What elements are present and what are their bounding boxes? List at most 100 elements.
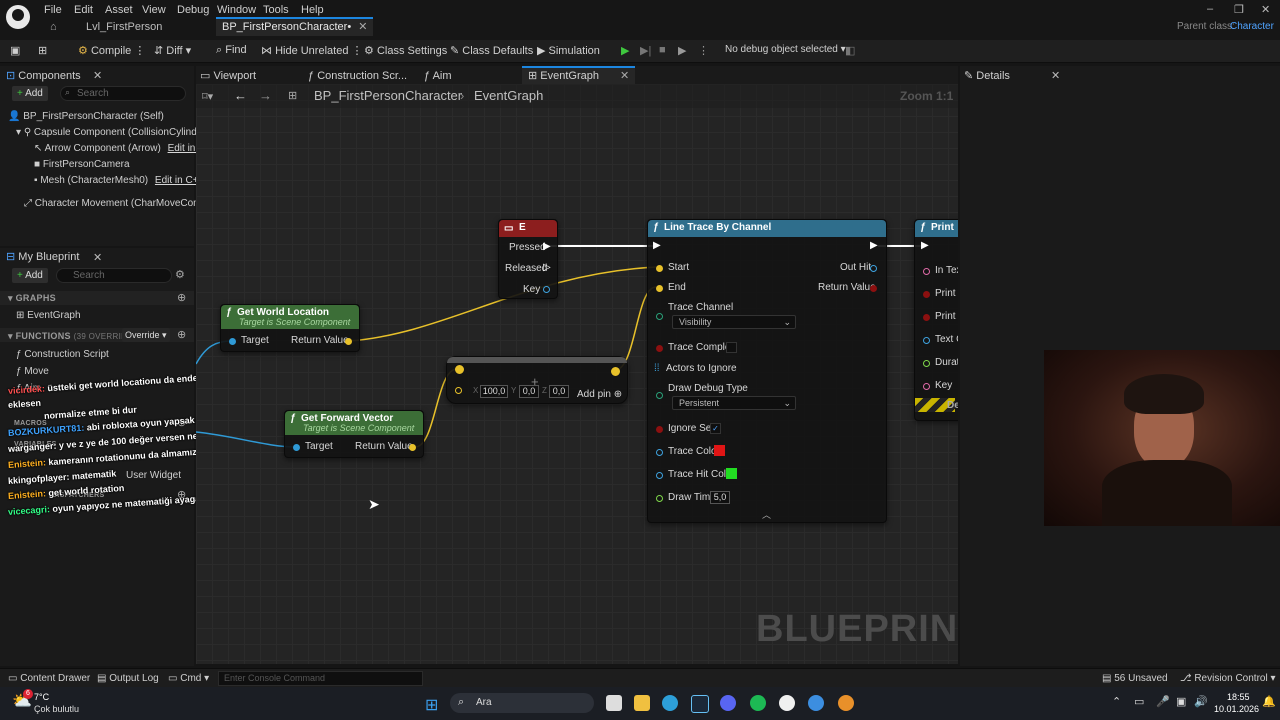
tab-blueprint[interactable]: BP_FirstPersonCharacter• ✕: [216, 17, 374, 36]
close-tab-icon[interactable]: ✕: [620, 70, 629, 82]
print-node[interactable]: ƒ Print ▶ In Tex Print t Print t Text C …: [914, 219, 958, 421]
save-icon[interactable]: ▣: [10, 44, 20, 57]
trace-color-swatch[interactable]: [714, 445, 725, 456]
trace-channel-pin[interactable]: [656, 313, 663, 320]
steam-icon[interactable]: [691, 695, 709, 713]
microphone-icon[interactable]: 🎤: [1156, 695, 1170, 708]
tree-item-mesh[interactable]: ▪ Mesh (CharacterMesh0) Edit in C++: [34, 175, 204, 186]
menu-help[interactable]: Help: [301, 4, 324, 16]
menu-file[interactable]: File: [44, 4, 62, 16]
draw-time-pin[interactable]: [656, 495, 663, 502]
draw-debug-type-pin[interactable]: [656, 392, 663, 399]
clock-date[interactable]: 10.01.2026: [1214, 704, 1259, 714]
close-components-icon[interactable]: ✕: [93, 69, 102, 82]
close-details-icon[interactable]: ✕: [1051, 69, 1060, 82]
browse-icon[interactable]: ⊞: [38, 44, 47, 57]
menu-debug[interactable]: Debug: [177, 4, 209, 16]
find-button[interactable]: ⌕ Find: [216, 44, 247, 57]
multiply-node[interactable]: + X 100,0 Y 0,0 Z 0,0 Add pin ⊕: [446, 356, 628, 404]
return-value-pin[interactable]: [409, 444, 416, 451]
add-component-button[interactable]: + Add: [12, 86, 48, 101]
return-value-pin[interactable]: [345, 338, 352, 345]
tree-item-camera[interactable]: ■ FirstPersonCamera: [34, 159, 130, 170]
simulation-button[interactable]: ▶ Simulation: [537, 44, 600, 57]
chevron-up-icon[interactable]: ⌃: [1112, 695, 1121, 708]
key-e-node[interactable]: ▭ E Pressed ▶ Released ▷ Key: [498, 219, 558, 299]
stop-icon[interactable]: ■: [659, 44, 666, 56]
menu-tools[interactable]: Tools: [263, 4, 289, 16]
restore-icon[interactable]: ❐: [1234, 3, 1244, 16]
menu-window[interactable]: Window: [217, 4, 256, 16]
class-defaults-button[interactable]: ✎ Class Defaults: [450, 44, 533, 57]
exec-pin-icon[interactable]: ▶: [543, 241, 551, 252]
trace-complex-pin[interactable]: [656, 345, 663, 352]
taskbar-search-input[interactable]: ⌕ Ara: [450, 693, 594, 713]
eject-icon[interactable]: ▶: [678, 44, 686, 57]
play-icon[interactable]: ▶: [621, 44, 629, 57]
revision-control-button[interactable]: ⎇ Revision Control ▾: [1180, 673, 1276, 684]
exec-pin-icon[interactable]: ▷: [543, 262, 551, 273]
vector-output-pin[interactable]: [611, 367, 620, 376]
parent-class-link[interactable]: Character: [1230, 21, 1274, 32]
draw-debug-type-dropdown[interactable]: Persistent ⌄: [672, 396, 796, 410]
windows-start-icon[interactable]: ⊞: [425, 695, 438, 715]
network-icon[interactable]: ▣: [1176, 695, 1186, 708]
vector-input-pin[interactable]: [455, 387, 462, 394]
hide-unrelated-button[interactable]: ⋈ Hide Unrelated ⋮: [261, 44, 363, 57]
settings-gear-icon[interactable]: ⚙: [175, 268, 185, 281]
add-member-button[interactable]: + Add: [12, 268, 48, 283]
tab-eventgraph[interactable]: ⊞ EventGraph ✕: [522, 66, 636, 86]
trace-hit-color-swatch[interactable]: [726, 468, 737, 479]
output-log-button[interactable]: ▤ Output Log: [97, 673, 159, 684]
get-world-location-node[interactable]: ƒ Get World Location Target is Scene Com…: [220, 304, 360, 352]
cmd-dropdown[interactable]: ▭ Cmd ▾: [168, 673, 209, 684]
tree-item-self[interactable]: 👤 BP_FirstPersonCharacter (Self): [8, 111, 164, 122]
minimize-icon[interactable]: –: [1207, 3, 1213, 15]
print-log-pin[interactable]: [923, 314, 930, 321]
graph-item-eventgraph[interactable]: ⊞ EventGraph: [16, 310, 81, 321]
edge-icon[interactable]: [662, 695, 678, 711]
tab-level[interactable]: Lvl_FirstPerson: [80, 19, 168, 36]
function-item-move[interactable]: ƒ Move: [16, 366, 49, 377]
tab-construction-script[interactable]: ƒ Construction Scr...: [308, 68, 407, 84]
tree-item-arrow[interactable]: ↖ Arrow Component (Arrow) Edit in C++: [34, 143, 217, 154]
get-forward-vector-node[interactable]: ƒ Get Forward Vector Target is Scene Com…: [284, 410, 424, 458]
x-value-input[interactable]: 100,0: [480, 385, 508, 398]
menu-edit[interactable]: Edit: [74, 4, 93, 16]
draw-time-input[interactable]: 5,0: [710, 491, 730, 504]
vector-input-pin[interactable]: [455, 365, 464, 374]
trace-complex-checkbox[interactable]: [726, 342, 737, 353]
home-icon[interactable]: ⌂: [50, 21, 57, 33]
exec-out-pin-icon[interactable]: ▶: [870, 240, 878, 251]
my-blueprint-tab[interactable]: ⊟ My Blueprint: [6, 249, 79, 265]
class-settings-button[interactable]: ⚙ Class Settings: [364, 44, 447, 57]
compile-button[interactable]: ⚙ Compile ⋮: [78, 44, 145, 57]
trace-color-pin[interactable]: [656, 449, 663, 456]
discord-icon[interactable]: [720, 695, 736, 711]
print-screen-pin[interactable]: [923, 291, 930, 298]
file-explorer-icon[interactable]: [634, 695, 650, 711]
task-view-icon[interactable]: [606, 695, 622, 711]
exec-in-pin-icon[interactable]: ▶: [653, 240, 661, 251]
text-color-pin[interactable]: [923, 337, 930, 344]
close-tab-icon[interactable]: ✕: [358, 21, 367, 33]
menu-asset[interactable]: Asset: [105, 4, 133, 16]
start-pin[interactable]: [656, 265, 663, 272]
in-text-pin[interactable]: [923, 268, 930, 275]
key-pin[interactable]: [923, 383, 930, 390]
trace-channel-dropdown[interactable]: Visibility ⌄: [672, 315, 796, 329]
trace-hit-color-pin[interactable]: [656, 472, 663, 479]
add-pin-button[interactable]: Add pin ⊕: [577, 389, 622, 400]
return-value-pin[interactable]: [870, 285, 877, 292]
tree-item-movement[interactable]: ⤢ Character Movement (CharMoveComp): [24, 198, 210, 209]
app-icon[interactable]: [808, 695, 824, 711]
details-tab[interactable]: ✎ Details: [964, 68, 1010, 84]
duration-pin[interactable]: [923, 360, 930, 367]
debug-object-select[interactable]: No debug object selected ▾: [725, 44, 846, 55]
clock-time[interactable]: 18:55: [1227, 692, 1250, 702]
spotify-icon[interactable]: [750, 695, 766, 711]
end-pin[interactable]: [656, 285, 663, 292]
battery-icon[interactable]: ▭: [1134, 695, 1144, 708]
y-value-input[interactable]: 0,0: [519, 385, 539, 398]
collapse-icon[interactable]: ︿: [762, 508, 771, 521]
